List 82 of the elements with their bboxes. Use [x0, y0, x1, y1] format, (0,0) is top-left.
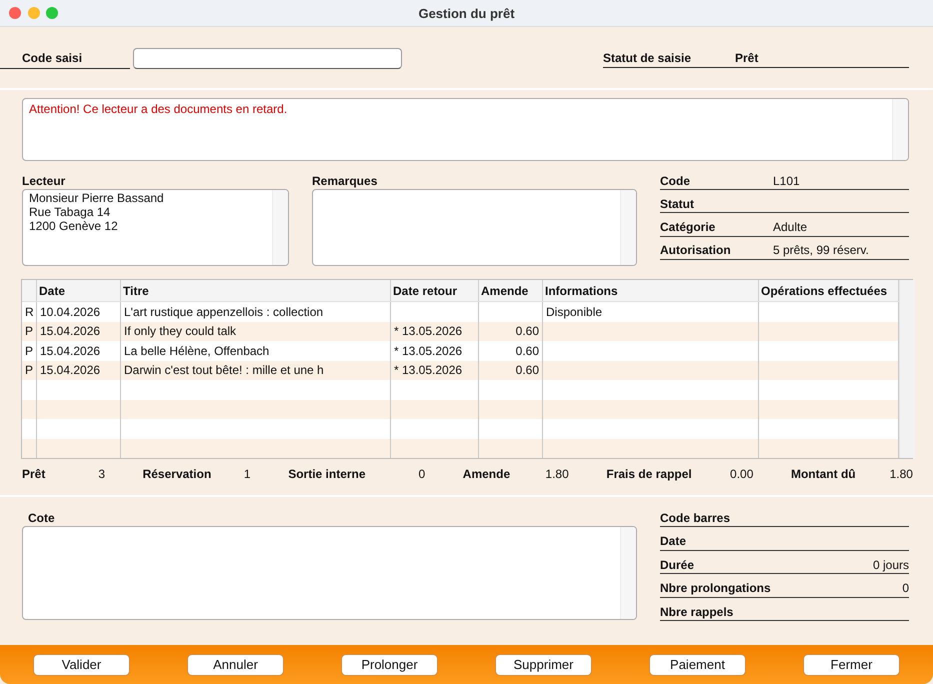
table-cell: Disponible [546, 304, 602, 319]
table-row[interactable]: P 15.04.2026 Darwin c'est tout bête! : mille et une h * 13.05.2026 0.60 [22, 360, 899, 380]
field-label: Nbre prolongations [660, 581, 771, 595]
column-header[interactable]: Titre [123, 284, 149, 298]
field-label: Cote [28, 510, 55, 524]
total-value: 0.00 [730, 467, 754, 481]
total-value: 3 [98, 467, 105, 481]
address-line: 1200 Genève 12 [29, 219, 118, 233]
table-cell: * 13.05.2026 [394, 344, 462, 358]
column-header[interactable]: Informations [545, 284, 618, 298]
column-header[interactable]: Amende [481, 284, 528, 298]
extend-button[interactable]: Prolonger [341, 654, 438, 676]
maximize-button[interactable] [46, 7, 58, 19]
field-value: 0 [902, 581, 909, 595]
table-cell: 15.04.2026 [40, 344, 100, 358]
warning-text: Attention! Ce lecteur a des documents en retard. [29, 102, 288, 116]
total-value: 1.80 [545, 467, 569, 481]
column-header[interactable]: Opérations effectuées [761, 284, 888, 298]
window-close-button[interactable] [9, 7, 21, 19]
table-cell: * 13.05.2026 [394, 363, 462, 378]
table-cell: 0.60 [516, 344, 539, 358]
column-header[interactable]: Date [39, 284, 66, 298]
cote-field[interactable] [22, 526, 637, 620]
table-cell: La belle Hélène, Offenbach [124, 344, 270, 358]
minimize-button[interactable] [28, 7, 40, 19]
field-label: Catégorie [660, 220, 716, 234]
total-value: 0 [418, 467, 426, 481]
field-value: Adulte [773, 220, 808, 234]
payment-button[interactable]: Paiement [649, 654, 746, 676]
total-value: 1.80 [890, 467, 913, 481]
table-cell: * 13.05.2026 [394, 324, 462, 338]
cancel-button[interactable]: Annuler [187, 654, 284, 676]
scrollbar-track[interactable] [620, 190, 636, 265]
field-value: Prêt [735, 50, 758, 64]
scrollbar-track[interactable] [892, 99, 908, 160]
table-cell: 15.04.2026 [40, 324, 100, 338]
total-label: Prêt [22, 467, 46, 481]
delete-button[interactable]: Supprimer [495, 654, 592, 676]
table-cell: 15.04.2026 [40, 363, 100, 378]
table-cell: P [25, 344, 34, 358]
field-value: L101 [773, 174, 800, 188]
field-label: Date [660, 534, 686, 548]
field-label: Lecteur [22, 174, 66, 188]
table-cell: If only they could talk [124, 324, 236, 338]
field-value: 5 prêts, 99 réserv. [773, 243, 869, 258]
total-label: Réservation [142, 467, 212, 481]
field-label: Code barres [660, 510, 730, 524]
address-line: Rue Tabaga 14 [29, 205, 110, 219]
window-title: Gestion du prêt [418, 6, 515, 20]
close-button[interactable]: Fermer [803, 654, 900, 676]
table-cell: R [25, 304, 34, 319]
total-label: Frais de rappel [606, 467, 692, 481]
address-field[interactable]: Monsieur Pierre Bassand Rue Tabaga 14 1200 Genève 12 [22, 189, 289, 266]
table-cell: P [25, 363, 34, 378]
scrollbar-track[interactable] [272, 190, 288, 265]
table-cell: 10.04.2026 [40, 304, 100, 319]
table-cell: 0.60 [516, 324, 539, 338]
scrollbar-track[interactable] [899, 280, 915, 458]
table-cell: L'art rustique appenzellois : collection [124, 304, 324, 319]
table-cell: 0.60 [516, 363, 539, 378]
field-value: 0 jours [872, 558, 909, 572]
total-value: 1 [244, 467, 251, 481]
field-label: Durée [660, 558, 694, 572]
field-label: Code saisi [22, 51, 82, 65]
field-label: Autorisation [660, 243, 732, 258]
remarks-field[interactable] [312, 189, 637, 266]
validate-button[interactable]: Valider [33, 654, 130, 676]
column-header[interactable]: Date retour [393, 284, 458, 298]
table-row[interactable]: P 15.04.2026 If only they could talk * 13.05.2026 0.60 [22, 322, 899, 341]
table-cell: Darwin c'est tout bête! : mille et une h [124, 363, 324, 378]
field-label: Code [660, 174, 691, 188]
field-label: Remarques [312, 174, 378, 188]
code-input[interactable] [133, 48, 402, 69]
address-line: Monsieur Pierre Bassand [29, 191, 164, 205]
field-label: Nbre rappels [660, 604, 734, 618]
field-label: Statut [660, 196, 695, 211]
total-label: Montant dû [790, 467, 856, 481]
field-label: Statut de saisie [603, 50, 692, 64]
table-cell: P [25, 324, 34, 338]
total-label: Sortie interne [288, 467, 366, 481]
scrollbar-track[interactable] [620, 527, 636, 619]
total-label: Amende [462, 467, 510, 481]
